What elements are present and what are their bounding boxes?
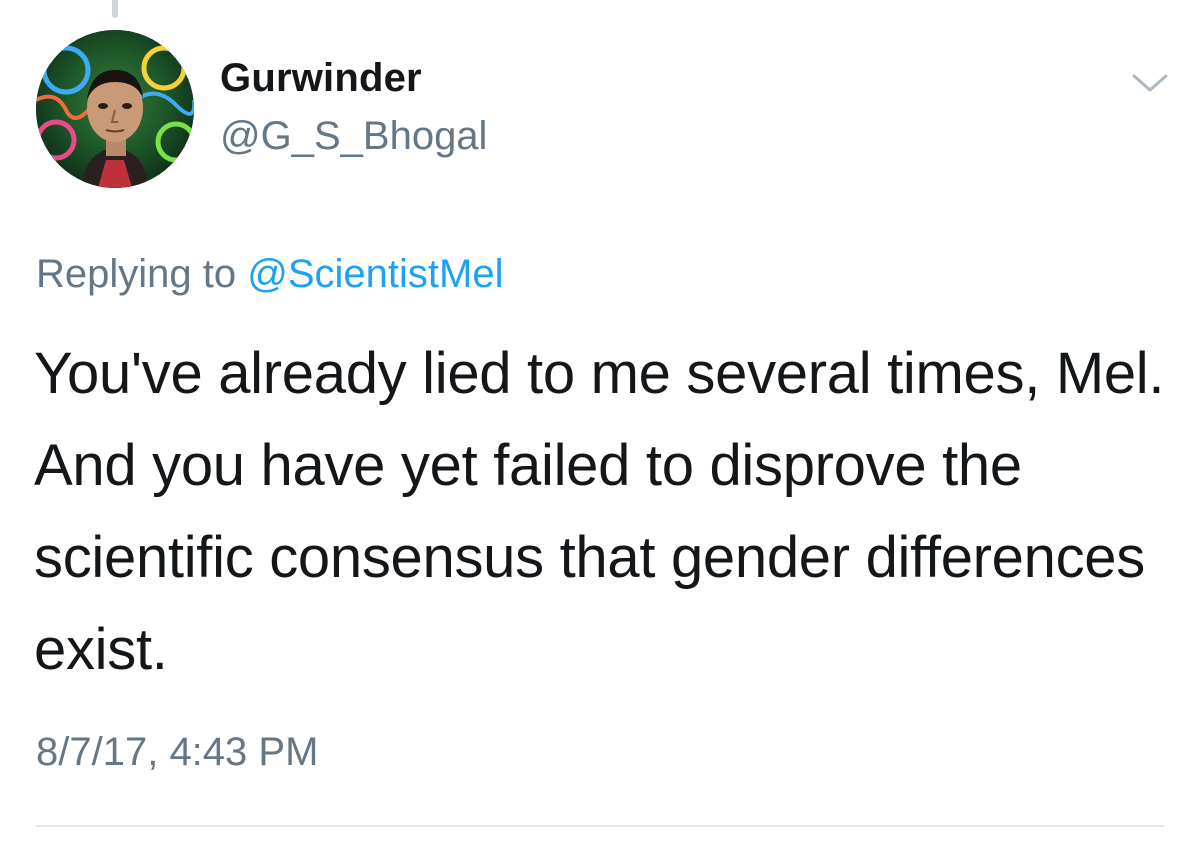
chevron-down-icon[interactable] — [1130, 68, 1170, 98]
user-handle[interactable]: @G_S_Bhogal — [220, 114, 487, 159]
tweet-timestamp[interactable]: 8/7/17, 4:43 PM — [36, 730, 318, 775]
avatar-image — [36, 30, 194, 188]
tweet-text: You've already lied to me several times,… — [34, 341, 1165, 682]
avatar[interactable] — [36, 30, 194, 188]
reply-to-link[interactable]: @ScientistMel — [247, 252, 503, 296]
divider — [36, 825, 1164, 827]
thread-connector-line — [112, 0, 118, 18]
reply-prefix: Replying to — [36, 252, 248, 296]
reply-context: Replying to @ScientistMel — [36, 252, 503, 297]
display-name[interactable]: Gurwinder — [220, 56, 422, 101]
